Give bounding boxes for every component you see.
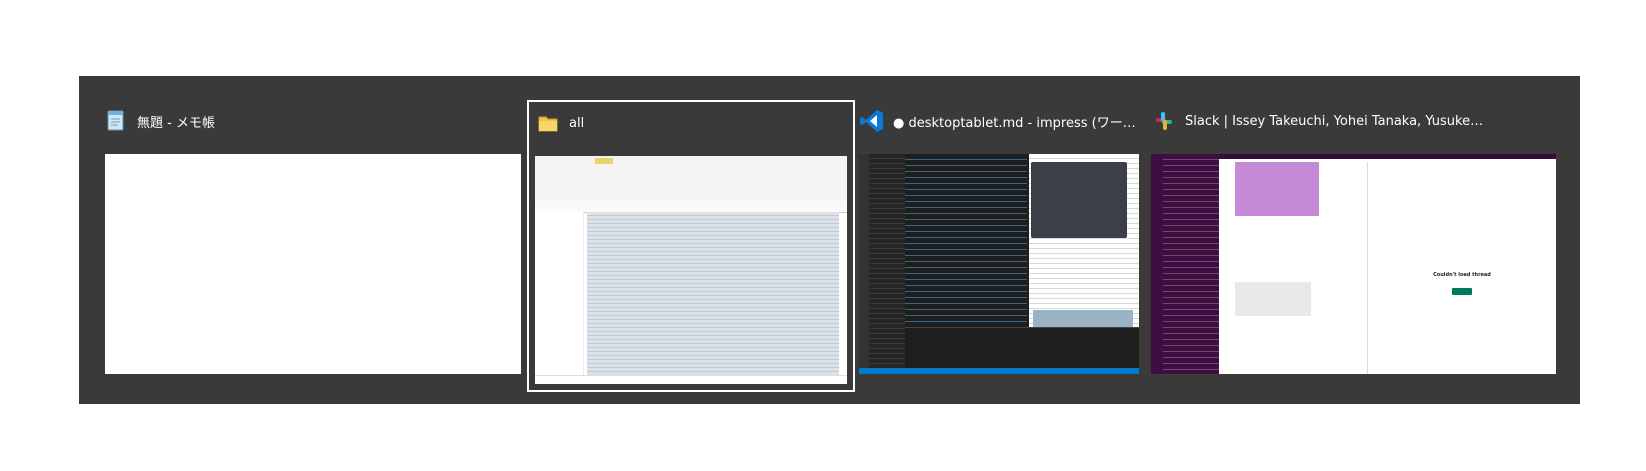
window-thumbnail: Couldn't load thread — [1151, 154, 1556, 374]
vscode-icon — [859, 108, 885, 134]
window-card-vscode[interactable]: ● desktoptablet.md - impress (ワークスペース... — [855, 100, 1145, 392]
window-header: all — [529, 104, 853, 142]
window-header: Slack | Issey Takeuchi, Yohei Tanaka, Yu… — [1149, 102, 1580, 140]
window-title: all — [569, 115, 585, 131]
window-thumbnail — [535, 156, 847, 384]
window-card-slack[interactable]: Slack | Issey Takeuchi, Yohei Tanaka, Yu… — [1149, 100, 1580, 392]
window-title: ● desktoptablet.md - impress (ワークスペース... — [893, 115, 1145, 131]
window-card-notepad[interactable]: 無題 - メモ帳 — [79, 100, 531, 392]
folder-icon — [535, 110, 561, 136]
task-switcher: 無題 - メモ帳 all ● desktoptablet.md - impres… — [79, 76, 1580, 404]
window-header: ● desktoptablet.md - impress (ワークスペース... — [855, 102, 1145, 140]
notepad-icon — [103, 108, 129, 134]
window-thumbnail — [105, 154, 521, 374]
window-thumbnail — [859, 154, 1139, 374]
slack-icon — [1151, 108, 1177, 134]
window-header: 無題 - メモ帳 — [79, 102, 531, 140]
window-card-explorer[interactable]: all — [527, 100, 855, 392]
try-again-button — [1452, 288, 1472, 295]
window-title: Slack | Issey Takeuchi, Yohei Tanaka, Yu… — [1185, 113, 1485, 129]
thread-error-text: Couldn't load thread — [1433, 272, 1491, 278]
window-title: 無題 - メモ帳 — [137, 115, 215, 131]
